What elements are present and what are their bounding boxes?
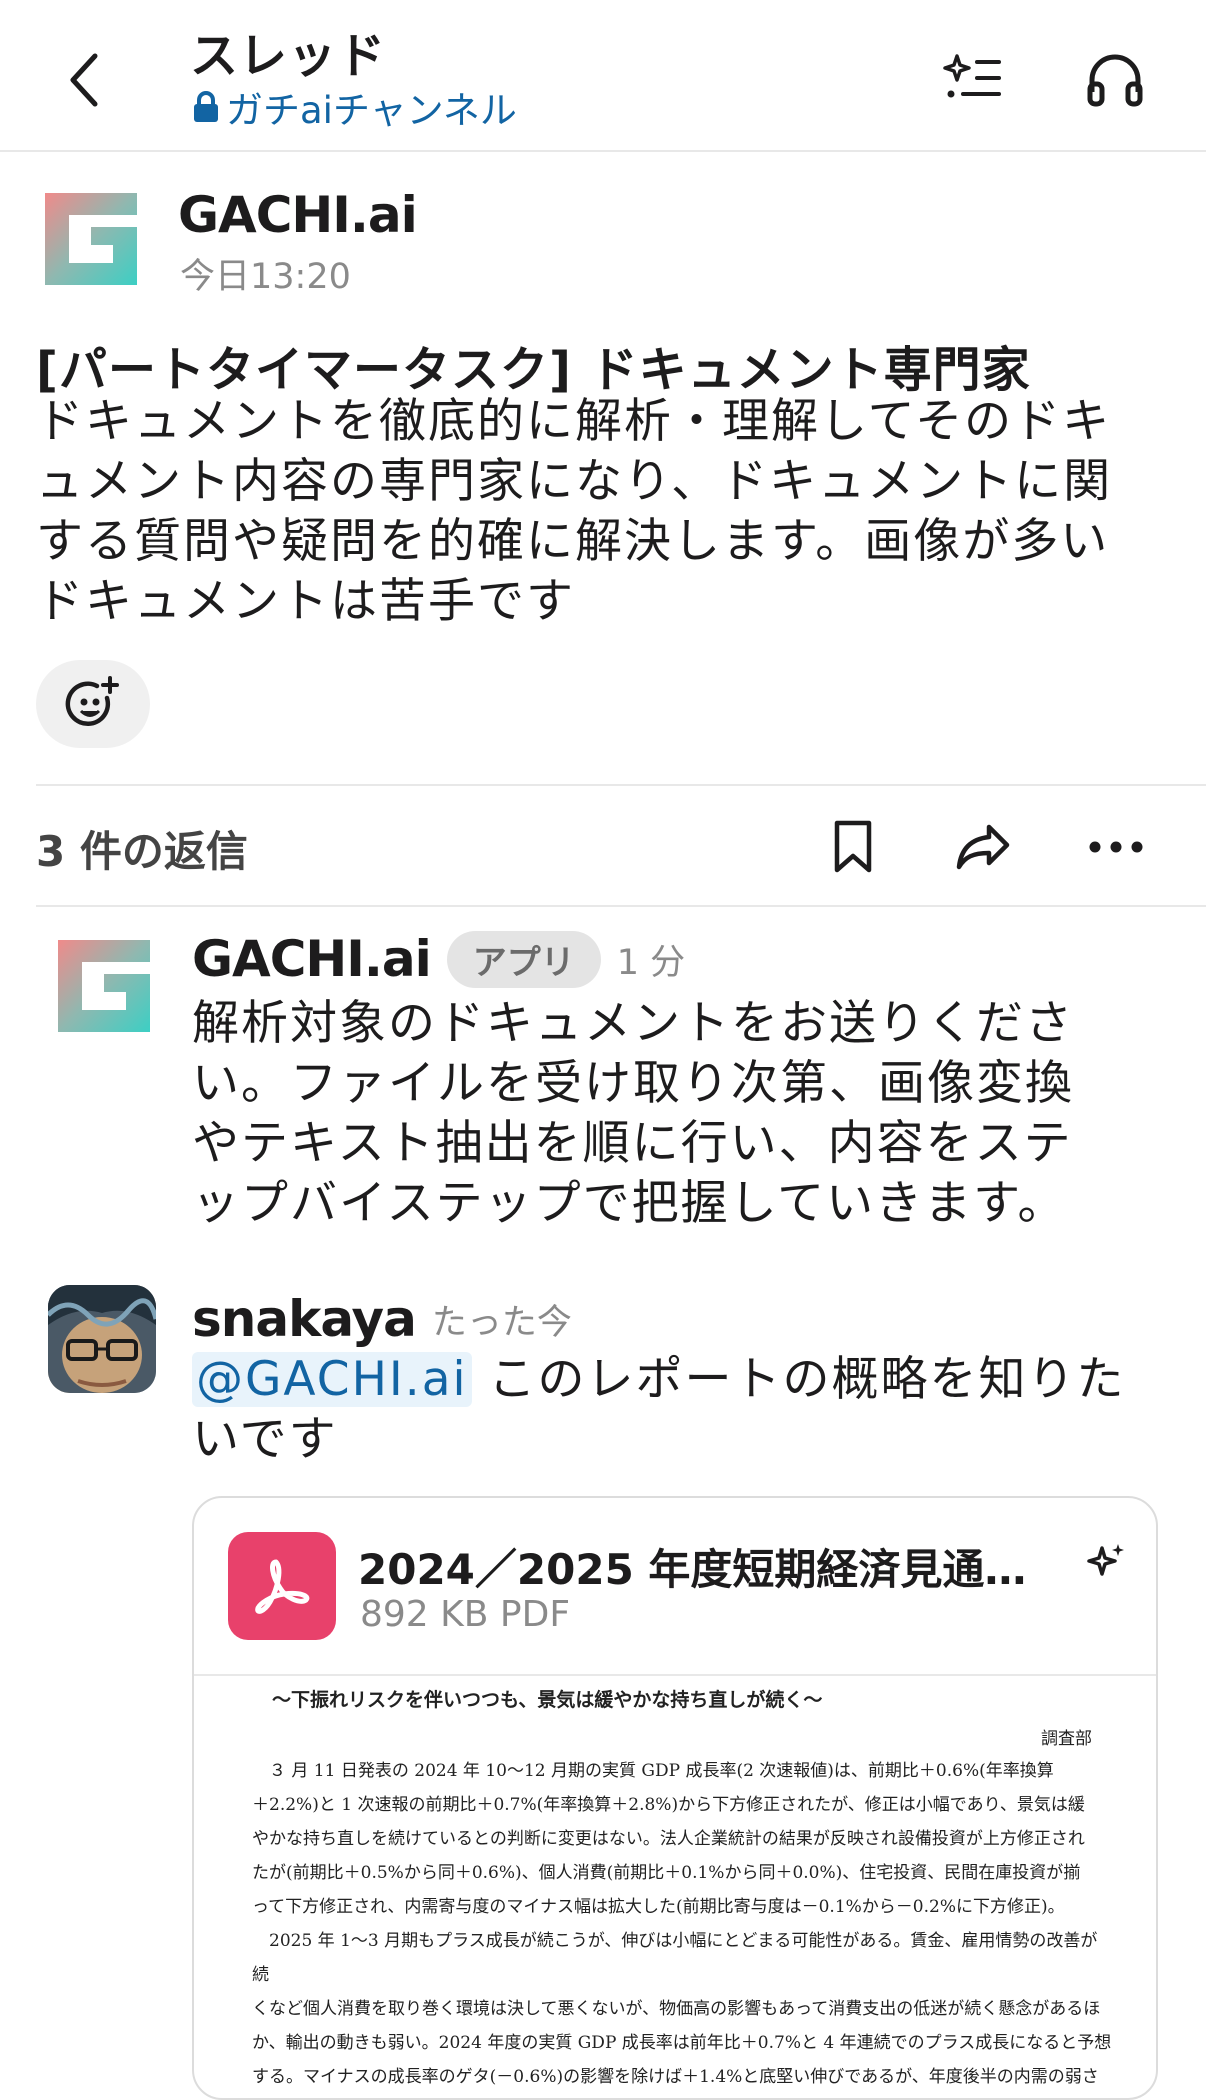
pdf-line: する。マイナスの成長率のゲタ(－0.6%)の影響を除けば＋1.4%と底堅い伸びで…: [252, 2067, 1099, 2087]
pdf-line: か、輸出の動きも弱い。2024 年度の実質 GDP 成長率は前年比＋0.7%と …: [252, 2033, 1112, 2053]
add-reaction-button[interactable]: [36, 660, 150, 748]
pdf-dept: 調査部: [1041, 1729, 1092, 1749]
replies-top-divider: [36, 784, 1206, 786]
pdf-preview: ～下振れリスクを伴いつつも、景気は緩やかな持ち直しが続く～ 調査部 ３ 月 11…: [252, 1676, 1112, 2094]
gachi-logo-icon: [45, 193, 137, 285]
parent-author[interactable]: GACHI.ai: [178, 186, 418, 244]
sparkle-icon: [1087, 1544, 1124, 1576]
pdf-line: ３ 月 11 日発表の 2024 年 10～12 月期の実質 GDP 成長率(2…: [252, 1761, 1054, 1781]
reply1-time: 1 分: [616, 942, 686, 983]
file-name: 2024／2025 年度短期経済見通…: [358, 1545, 1027, 1594]
ellipsis-icon: [1089, 841, 1143, 853]
gachi-logo-icon: [58, 940, 150, 1032]
sparkle-list-icon: [943, 54, 1001, 98]
parent-line: ドキュメントを徹底的に解析・理解してそのドキ: [36, 394, 1112, 449]
replies-bottom-divider: [36, 905, 1206, 907]
reply1-line: ップバイステップで把握していきます。: [192, 1176, 1067, 1231]
save-button[interactable]: [820, 810, 886, 884]
reply2-text: このレポートの概略を知りた: [471, 1352, 1126, 1407]
acrobat-icon: [255, 1559, 310, 1614]
headphones-icon: [1087, 54, 1143, 107]
file-meta: 892 KB PDF: [360, 1594, 571, 1635]
parent-line: ュメント内容の専門家になり、ドキュメントに関: [36, 454, 1113, 509]
channel-link[interactable]: ガチaiチャンネル: [192, 80, 517, 134]
reply-count: 3 件の返信: [36, 827, 248, 876]
reply2-author[interactable]: snakaya: [192, 1290, 417, 1348]
snakaya-avatar[interactable]: [48, 1285, 156, 1393]
pdf-line: 2025 年 1～3 月期もプラス成長が続こうが、伸びは小幅にとどまる可能性があ…: [252, 1931, 1098, 1985]
reply2-header: snakaya たった今: [192, 1290, 572, 1348]
pdf-line: ＋2.2%)と 1 次速報の前期比＋0.7%(年率換算＋2.8%)から下方修正さ…: [252, 1795, 1085, 1815]
chevron-left-icon: [70, 53, 98, 107]
pdf-line: やかな持ち直しを続けているとの判断に変更はない。法人企業統計の結果が反映され設備…: [252, 1829, 1085, 1849]
parent-message-title: [パートタイマータスク] ドキュメント専門家: [36, 342, 1031, 398]
reply1-line: 解析対象のドキュメントをお送りくださ: [192, 996, 1074, 1051]
huddle-button[interactable]: [1075, 40, 1155, 120]
user-photo-icon: [48, 1285, 156, 1393]
file-attachment-card[interactable]: 2024／2025 年度短期経済見通… 892 KB PDF ～下振れリスクを伴…: [192, 1496, 1158, 2100]
reply2-line: @GACHI.ai このレポートの概略を知りた: [192, 1350, 1192, 1410]
parent-line: ドキュメントは苦手です: [36, 574, 575, 629]
parent-time: 今日13:20: [180, 257, 351, 297]
page-title: スレッド: [190, 28, 387, 84]
gachi-avatar[interactable]: [58, 940, 150, 1032]
pdf-file-icon: [228, 1532, 336, 1640]
bookmark-icon: [834, 820, 872, 873]
more-options-button[interactable]: [1080, 810, 1152, 884]
reply2-body: @GACHI.ai このレポートの概略を知りた いです: [192, 1350, 1192, 1470]
reply1-line: やテキスト抽出を順に行い、内容をステ: [192, 1116, 1073, 1171]
header-divider: [0, 150, 1206, 152]
reply1-header: GACHI.ai アプリ 1 分: [192, 930, 685, 988]
lock-icon: [194, 91, 218, 122]
reply1-body: 解析対象のドキュメントをお送りくださ い。ファイルを受け取り次第、画像変換 やテ…: [192, 994, 1192, 1234]
parent-line: する質問や疑問を的確に解決します。画像が多い: [36, 514, 1110, 569]
ai-summary-button[interactable]: [935, 40, 1011, 116]
mention-link[interactable]: @GACHI.ai: [192, 1352, 472, 1407]
share-icon: [956, 824, 1010, 870]
pdf-line: くなど個人消費を取り巻く環境は決して悪くないが、物価高の影響もあって消費支出の低…: [252, 1999, 1101, 2019]
ai-sparkle-button[interactable]: [1082, 1538, 1130, 1586]
reply2-time: たった今: [431, 1302, 572, 1343]
share-button[interactable]: [948, 810, 1018, 884]
pdf-subtitle: ～下振れリスクを伴いつつも、景気は緩やかな持ち直しが続く～: [272, 1689, 823, 1711]
reply1-line: い。ファイルを受け取り次第、画像変換: [192, 1056, 1074, 1111]
reply2-line: いです: [192, 1412, 338, 1467]
add-emoji-icon: [65, 676, 119, 727]
gachi-avatar[interactable]: [45, 193, 137, 285]
app-badge: アプリ: [446, 930, 601, 988]
pdf-line: って下方修正され、内需寄与度のマイナス幅は拡大した(前期比寄与度は－0.1%から…: [252, 1897, 1065, 1917]
pdf-line: たが(前期比＋0.5%から同＋0.6%)、個人消費(前期比＋0.1%から同＋0.…: [252, 1863, 1081, 1883]
channel-name: ガチaiチャンネル: [226, 89, 517, 132]
reply1-author[interactable]: GACHI.ai: [192, 930, 432, 988]
parent-message-body: ドキュメントを徹底的に解析・理解してそのドキ ュメント内容の専門家になり、ドキュ…: [36, 392, 1196, 632]
back-button[interactable]: [50, 40, 120, 120]
